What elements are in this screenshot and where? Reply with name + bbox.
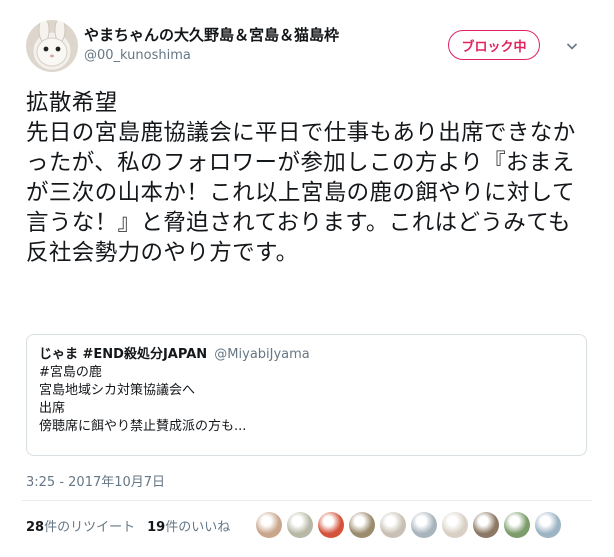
tweet-timestamp[interactable]: 3:25 - 2017年10月7日: [26, 471, 165, 490]
display-name[interactable]: やまちゃんの大久野島＆宮島＆猫島枠: [84, 24, 339, 45]
likers-avatars: [256, 512, 561, 538]
like-stat[interactable]: 19件のいいね: [147, 520, 230, 535]
liker-avatar[interactable]: [473, 512, 499, 538]
liker-avatar[interactable]: [256, 512, 282, 538]
retweet-label: 件のリツイート: [44, 520, 136, 535]
quoted-tweet-header: じゃま #END殺処分JAPAN @MiyabiJyama: [39, 346, 574, 364]
like-count: 19: [147, 520, 166, 535]
liker-avatar[interactable]: [318, 512, 344, 538]
liker-avatar[interactable]: [411, 512, 437, 538]
rabbit-avatar-icon: [36, 20, 68, 67]
quoted-text-line: 傍聴席に餌やり禁止賛成派の方も...: [39, 419, 247, 434]
like-label: 件のいいね: [165, 520, 231, 535]
quoted-text-line: 宮島地域シカ対策協議会へ: [39, 383, 196, 398]
quoted-text-line: #宮島の鹿: [39, 365, 102, 380]
quoted-tweet[interactable]: じゃま #END殺処分JAPAN @MiyabiJyama #宮島の鹿 宮島地域…: [26, 334, 587, 456]
tweet-header: やまちゃんの大久野島＆宮島＆猫島枠 @00_kunoshima ブロック中: [20, 18, 594, 78]
avatar[interactable]: [26, 20, 78, 72]
blocked-button[interactable]: ブロック中: [448, 30, 540, 60]
liker-avatar[interactable]: [504, 512, 530, 538]
user-handle[interactable]: @00_kunoshima: [84, 48, 191, 63]
liker-avatar[interactable]: [287, 512, 313, 538]
liker-avatar[interactable]: [380, 512, 406, 538]
retweet-count: 28: [26, 520, 45, 535]
quoted-text-line: 出席: [39, 401, 66, 416]
retweet-stat[interactable]: 28件のリツイート: [26, 520, 135, 535]
tweet-stats: 28件のリツイート 19件のいいね: [26, 516, 230, 535]
divider: [22, 500, 592, 501]
liker-avatar[interactable]: [349, 512, 375, 538]
quoted-display-name: じゃま #END殺処分JAPAN: [39, 347, 208, 362]
chevron-down-icon[interactable]: [566, 40, 578, 52]
liker-avatar[interactable]: [442, 512, 468, 538]
liker-avatar[interactable]: [535, 512, 561, 538]
tweet-text: 拡散希望 先日の宮島鹿協議会に平日で仕事もあり出席できなかったが、私のフォロワー…: [26, 90, 576, 266]
quoted-user-handle: @MiyabiJyama: [214, 347, 310, 362]
